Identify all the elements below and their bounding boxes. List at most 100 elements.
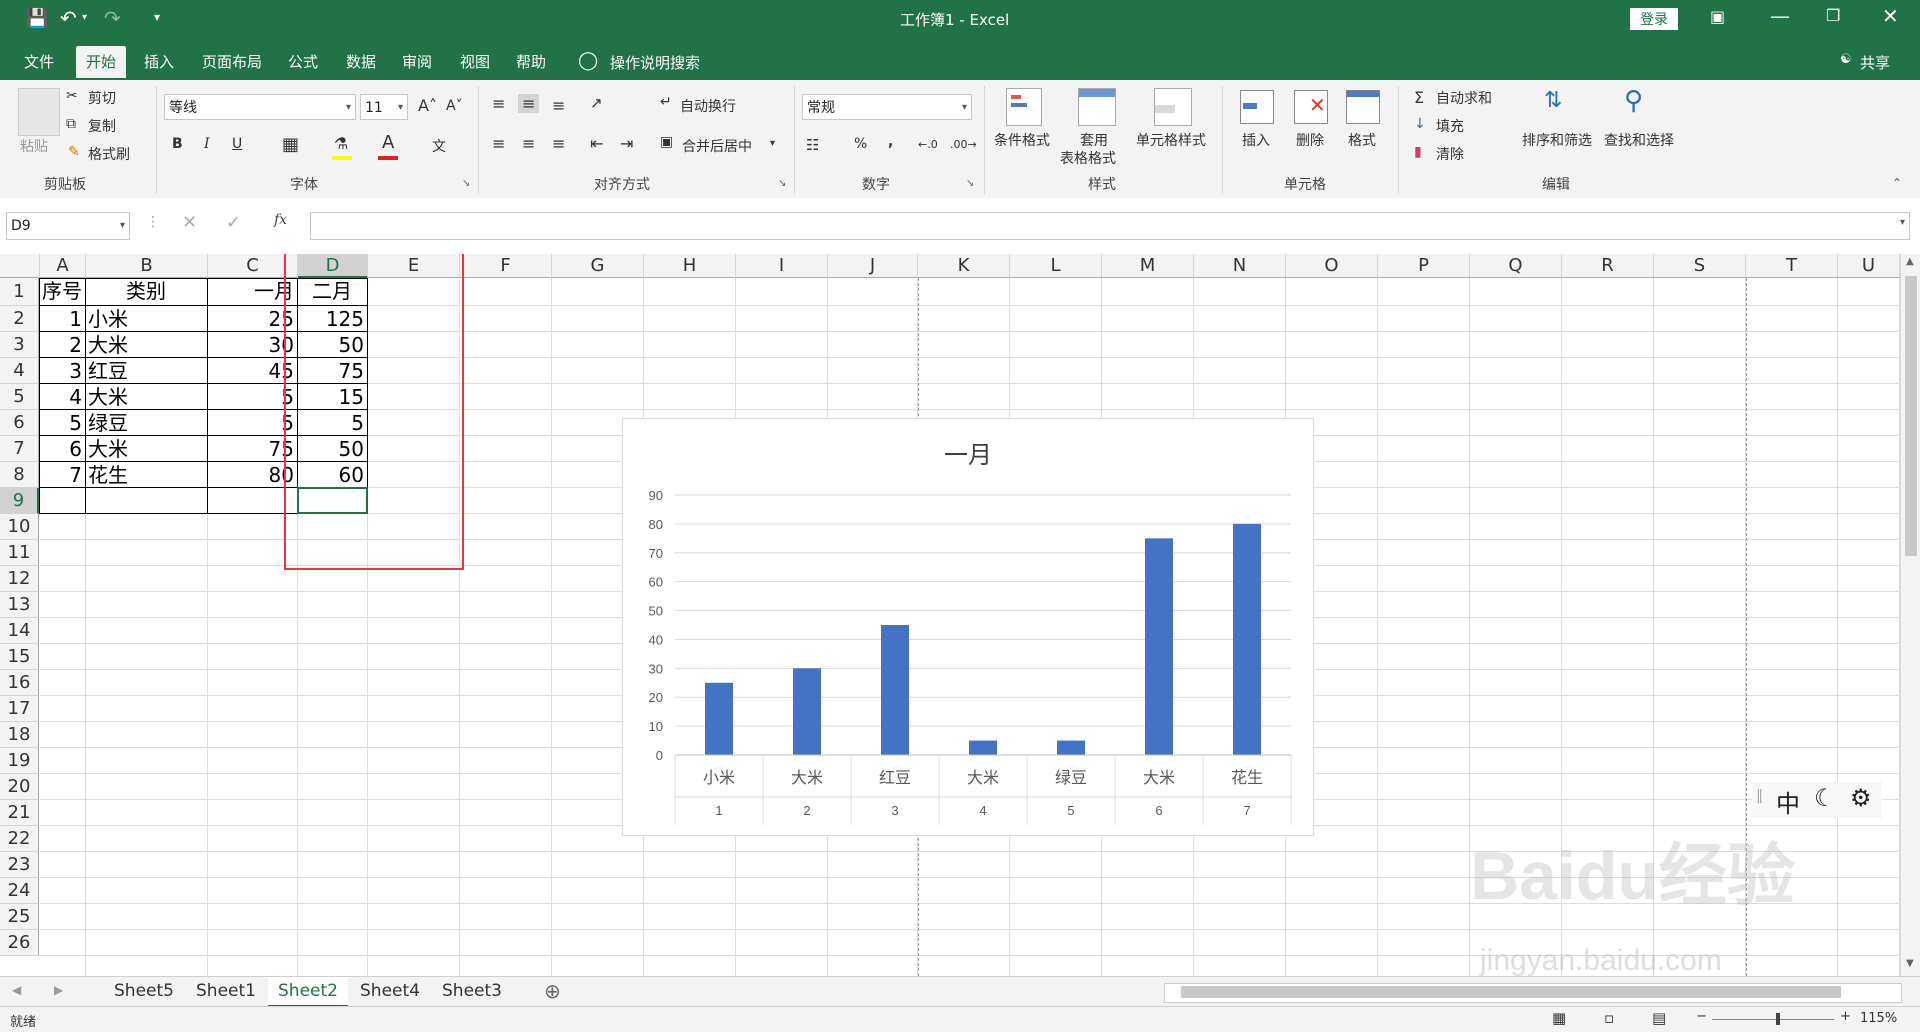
select-all-corner[interactable] (0, 254, 40, 278)
row-header-16[interactable]: 16 (0, 670, 39, 696)
cut-icon[interactable]: ✂ (66, 88, 78, 104)
find-select-button[interactable]: 查找和选择 (1604, 130, 1674, 150)
column-header-s[interactable]: S (1654, 254, 1746, 278)
scrollbar-thumb[interactable] (1905, 276, 1917, 556)
tab-view[interactable]: 视图 (450, 46, 500, 78)
sheet-tab[interactable]: Sheet4 (350, 977, 430, 1005)
format-as-table-line1[interactable]: 套用 (1080, 130, 1108, 150)
table-cell[interactable]: 4 (42, 385, 82, 410)
sheet-tab-active[interactable]: Sheet2 (268, 977, 348, 1007)
table-cell[interactable]: 大米 (88, 385, 204, 410)
customize-qat-icon[interactable]: ▾ (154, 10, 160, 24)
merge-dropdown-icon[interactable]: ▾ (770, 138, 775, 149)
currency-icon[interactable]: ☷ (806, 136, 819, 154)
align-left-icon[interactable]: ≡ (492, 134, 505, 153)
copy-button[interactable]: 复制 (88, 116, 116, 136)
zoom-in-icon[interactable]: + (1840, 1009, 1851, 1024)
table-cell[interactable]: 75 (210, 437, 294, 462)
table-header-cell[interactable]: 类别 (88, 279, 204, 304)
column-header-p[interactable]: P (1378, 254, 1470, 278)
number-format-select[interactable]: 常规 ▾ (802, 94, 972, 120)
number-dialog-launcher-icon[interactable]: ↘ (966, 178, 974, 189)
table-cell[interactable]: 5 (42, 411, 82, 436)
delete-button[interactable]: 删除 (1296, 130, 1324, 150)
fill-icon[interactable]: ↓ (1414, 116, 1426, 132)
spreadsheet-grid[interactable]: ABCDEFGHIJKLMNOPQRSTU 1 2 3 4 5 6 7 8 9 10 11 12 13 1… (0, 254, 1900, 976)
font-size-select[interactable]: 11 ▾ (360, 94, 408, 120)
font-dialog-launcher-icon[interactable]: ↘ (462, 178, 470, 189)
delete-cells-icon[interactable]: ✕ (1294, 90, 1328, 124)
table-cell[interactable]: 6 (42, 437, 82, 462)
format-button[interactable]: 格式 (1348, 130, 1376, 150)
table-cell[interactable]: 30 (210, 333, 294, 358)
tab-review[interactable]: 审阅 (392, 46, 442, 78)
conditional-format-icon[interactable] (1006, 88, 1042, 126)
sheet-tab[interactable]: Sheet3 (432, 977, 512, 1005)
align-middle-icon[interactable]: ≡ (518, 94, 540, 113)
column-header-f[interactable]: F (460, 254, 552, 278)
tab-page-layout[interactable]: 页面布局 (192, 46, 272, 78)
scroll-down-icon[interactable]: ▼ (1906, 958, 1914, 969)
add-sheet-icon[interactable]: ⊕ (544, 979, 561, 1003)
tab-home[interactable]: 开始 (76, 46, 127, 78)
table-cell[interactable]: 大米 (88, 333, 204, 358)
table-cell[interactable]: 3 (42, 359, 82, 384)
column-header-h[interactable]: H (644, 254, 736, 278)
column-header-r[interactable]: R (1562, 254, 1654, 278)
column-header-m[interactable]: M (1102, 254, 1194, 278)
format-as-table-line2[interactable]: 表格格式 (1060, 148, 1116, 168)
scroll-up-icon[interactable]: ▲ (1906, 256, 1914, 267)
find-select-icon[interactable]: ⚲ (1624, 86, 1643, 116)
tab-data[interactable]: 数据 (336, 46, 386, 78)
tab-file[interactable]: 文件 (14, 46, 64, 78)
table-cell[interactable]: 花生 (88, 463, 204, 488)
enter-icon[interactable]: ✓ (226, 212, 241, 233)
column-header-i[interactable]: I (736, 254, 828, 278)
row-header-11[interactable]: 11 (0, 540, 39, 566)
sort-filter-button[interactable]: 排序和筛选 (1522, 130, 1592, 150)
clear-button[interactable]: 清除 (1436, 144, 1464, 164)
zoom-out-icon[interactable]: − (1696, 1009, 1707, 1024)
tell-me-search[interactable]: 操作说明搜索 (610, 52, 700, 73)
row-header-7[interactable]: 7 (0, 436, 39, 462)
row-header-6[interactable]: 6 (0, 410, 39, 436)
decrease-font-icon[interactable]: A˅ (446, 98, 463, 114)
paste-button[interactable]: 粘贴 (20, 136, 48, 156)
ribbon-display-icon[interactable]: ▣ (1710, 7, 1725, 26)
column-header-u[interactable]: U (1838, 254, 1900, 278)
zoom-slider[interactable] (1712, 1019, 1834, 1020)
row-header-18[interactable]: 18 (0, 722, 39, 748)
increase-indent-icon[interactable]: ⇥ (620, 134, 633, 153)
fill-button[interactable]: 填充 (1436, 116, 1464, 136)
table-cell[interactable]: 7 (42, 463, 82, 488)
save-icon[interactable]: 💾 (26, 8, 48, 29)
column-header-q[interactable]: Q (1470, 254, 1562, 278)
format-painter-icon[interactable]: ✎ (68, 144, 80, 160)
increase-font-icon[interactable]: A˄ (418, 96, 437, 115)
row-header-9[interactable]: 9 (0, 488, 39, 514)
row-header-23[interactable]: 23 (0, 852, 39, 878)
orientation-icon[interactable]: ↗ (590, 94, 603, 112)
sheet-tab[interactable]: Sheet5 (104, 977, 184, 1005)
fill-color-icon[interactable]: ⚗ (334, 134, 348, 153)
table-cell[interactable]: 小米 (88, 307, 204, 332)
row-header-4[interactable]: 4 (0, 358, 39, 384)
redo-icon[interactable]: ↷ (104, 6, 121, 30)
column-header-j[interactable]: J (828, 254, 918, 278)
align-center-icon[interactable]: ≡ (522, 134, 535, 153)
font-name-select[interactable]: 等线 ▾ (164, 94, 356, 120)
zoom-slider-handle[interactable] (1776, 1013, 1780, 1025)
share-button[interactable]: 共享 (1860, 52, 1890, 73)
cut-button[interactable]: 剪切 (88, 88, 116, 108)
minimize-icon[interactable]: — (1770, 4, 1790, 28)
vertical-scrollbar[interactable]: ▲ ▼ (1900, 254, 1920, 976)
column-header-k[interactable]: K (918, 254, 1010, 278)
restore-icon[interactable]: ❐ (1826, 6, 1840, 25)
align-right-icon[interactable]: ≡ (552, 134, 565, 153)
wrap-text-button[interactable]: 自动换行 (680, 96, 736, 116)
align-bottom-icon[interactable]: ≡ (552, 96, 565, 115)
phonetic-icon[interactable]: 文 (432, 136, 446, 156)
eraser-icon[interactable]: ▮ (1414, 144, 1422, 160)
bold-button[interactable]: B (172, 136, 183, 152)
row-header-5[interactable]: 5 (0, 384, 39, 410)
